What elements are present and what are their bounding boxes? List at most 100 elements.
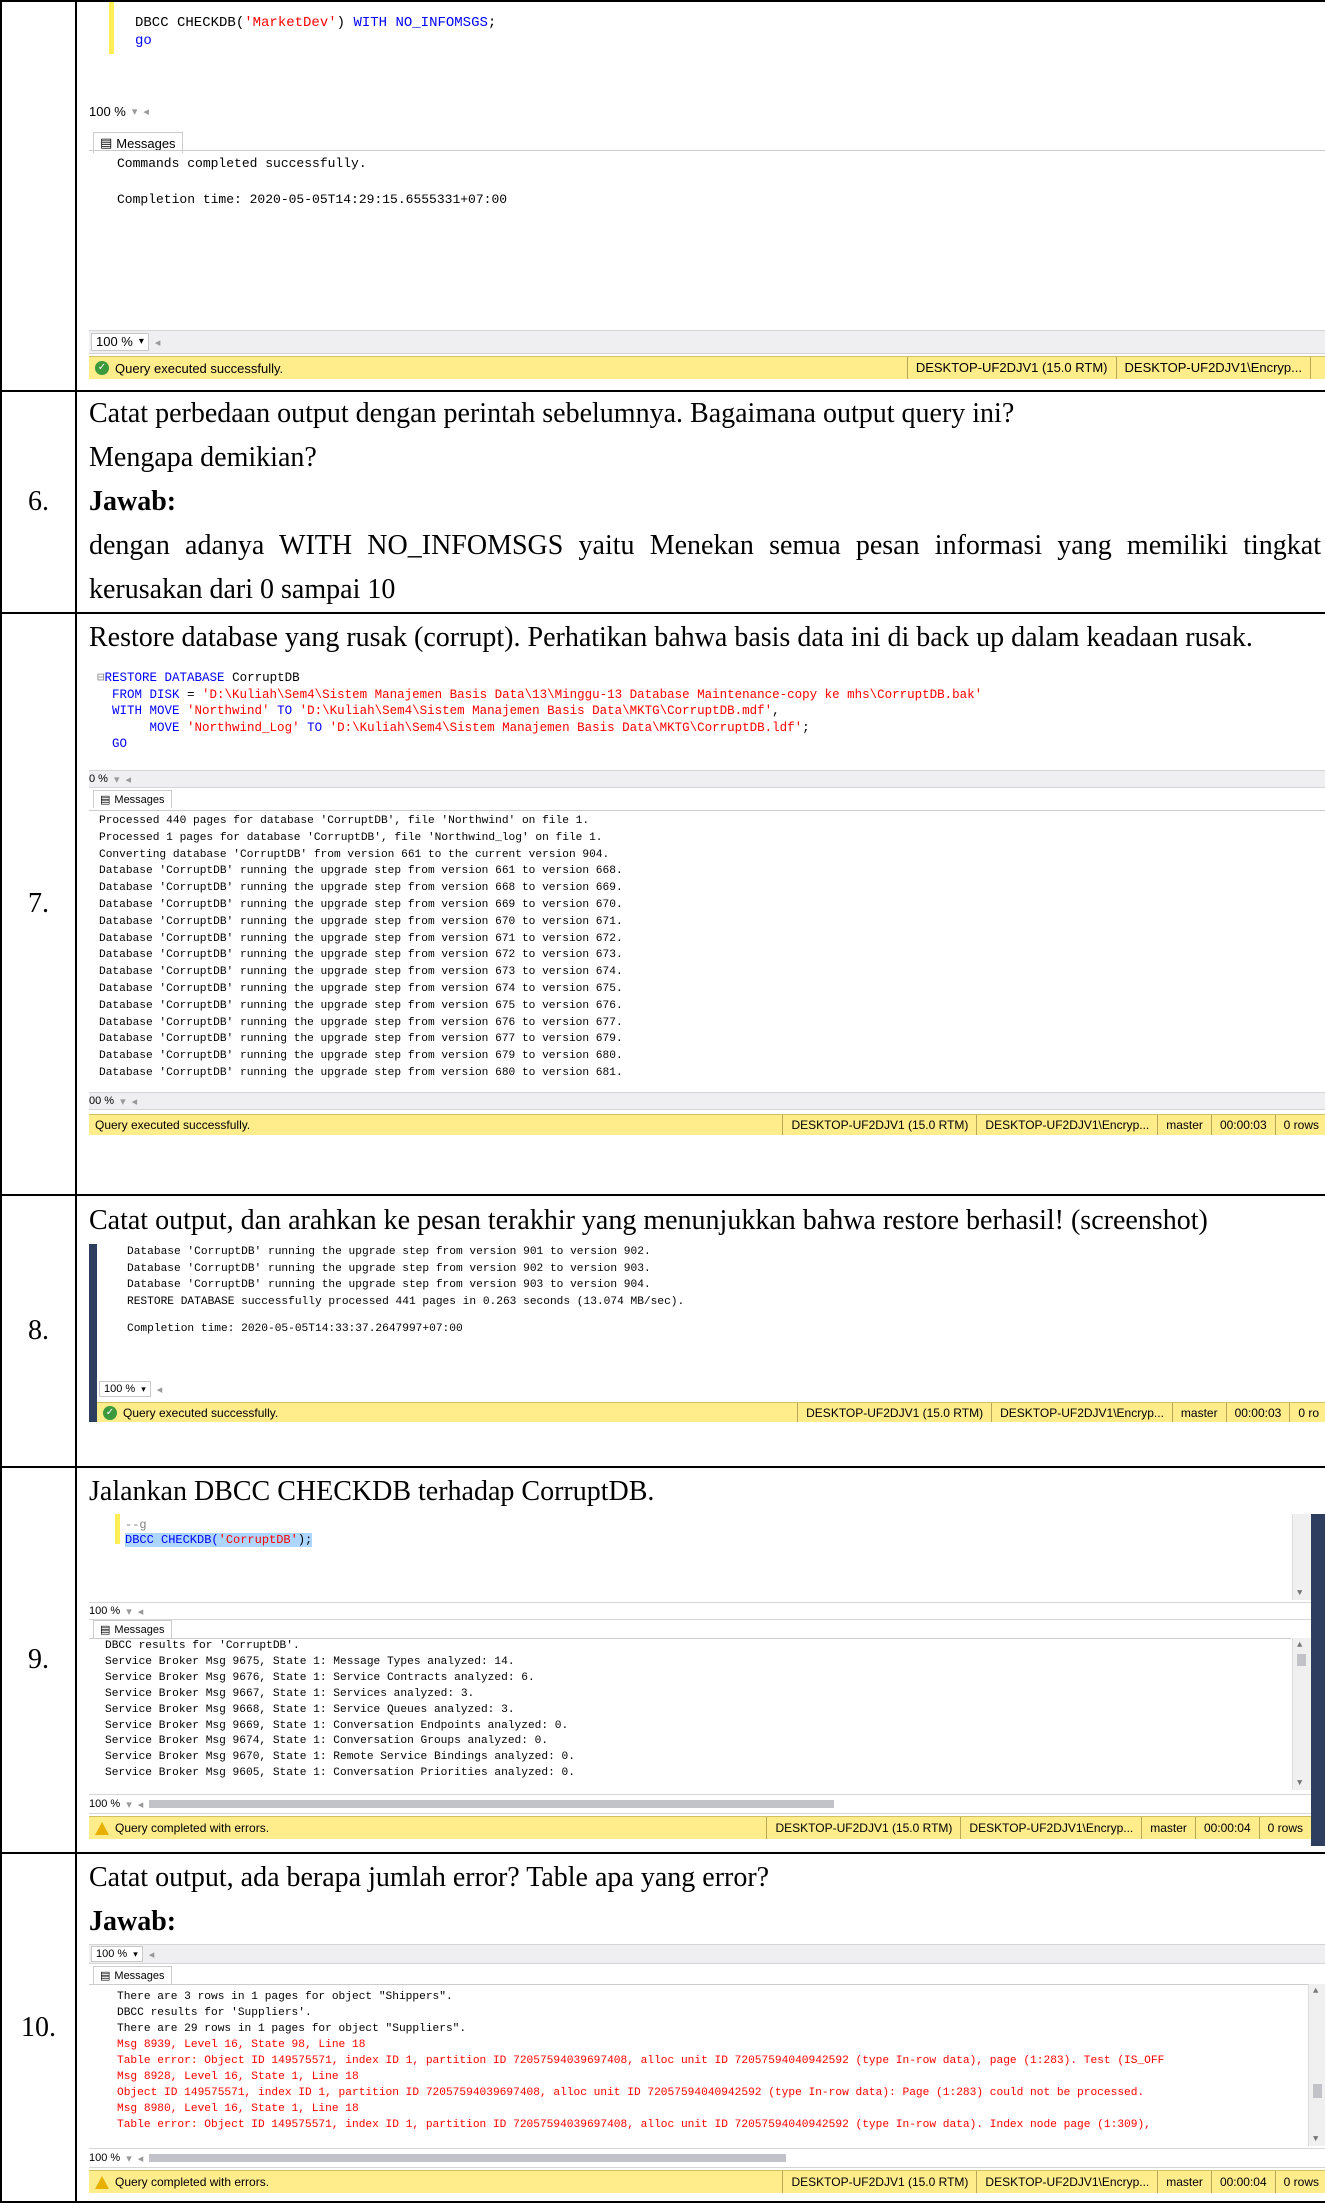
zoom-select[interactable]: 100 % [89, 1605, 120, 1617]
server-name: DESKTOP-UF2DJV1 (15.0 RTM) [782, 2171, 976, 2193]
zoom-select[interactable]: 100 % ▾ [99, 1381, 151, 1397]
chevron-down-icon: ▾ [141, 1384, 146, 1394]
status-text: Query executed successfully. [123, 1406, 279, 1420]
message-line: Database 'CorruptDB' running the upgrade… [99, 1033, 623, 1046]
chevron-down-icon[interactable]: ▾ [126, 1798, 132, 1811]
zoom-select[interactable]: 00 % [89, 1095, 114, 1107]
ssms-screenshot-4: --g DBCC CHECKDB('CorruptDB'); ▼ 100 % ▾ ◂… [89, 1514, 1325, 1846]
messages-icon: ▤ [100, 794, 111, 806]
row-number [0, 0, 77, 392]
elapsed-time: 00:00:04 [1210, 2171, 1275, 2193]
horizontal-scrollbar[interactable] [149, 1799, 1291, 1809]
scroll-left-icon[interactable]: ◂ [138, 1605, 144, 1618]
status-bar: Query executed successfully. DESKTOP-UF2… [89, 1114, 1325, 1135]
message-line: DBCC results for 'CorruptDB'. [105, 1640, 300, 1652]
message-line: Service Broker Msg 9605, State 1: Conver… [105, 1767, 575, 1780]
zoom-bar: 100 % ▾ ◂ [89, 1944, 1325, 1964]
messages-panel: Processed 440 pages for database 'Corrup… [89, 810, 1325, 1091]
chevron-down-icon[interactable]: ▾ [114, 773, 120, 786]
messages-panel: Database 'CorruptDB' running the upgrade… [97, 1244, 1325, 1340]
question-text: Restore database yang rusak (corrupt). P… [89, 622, 1253, 653]
editor-scrollbar[interactable]: ▼ [1292, 1514, 1311, 1600]
query-editor: DBCC CHECKDB('MarketDev') WITH NO_INFOMS… [135, 15, 497, 49]
check-circle-icon: ✓ [95, 361, 109, 375]
messages-panel: There are 3 rows in 1 pages for object "… [89, 1984, 1309, 2151]
messages-scrollbar[interactable]: ▲ ▼ [1292, 1638, 1311, 1790]
message-line: Database 'CorruptDB' running the upgrade… [99, 966, 623, 979]
row-count: 0 rows [1258, 1817, 1311, 1839]
zoom-bar: 100 % ▾ ◂ [89, 1602, 1311, 1620]
answer-text: dengan adanya WITH NO_INFOMSGS yaitu Men… [89, 530, 1321, 605]
collapse-icon[interactable]: ⊟ [97, 671, 105, 685]
message-line: Database 'CorruptDB' running the upgrade… [99, 865, 623, 878]
table-row: DBCC CHECKDB('MarketDev') WITH NO_INFOMS… [0, 0, 1325, 392]
user-name: DESKTOP-UF2DJV1\Encryp... [991, 1403, 1172, 1422]
message-line: DBCC results for 'Suppliers'. [117, 2007, 312, 2019]
row-number: 6. [0, 390, 77, 614]
scroll-left-icon[interactable]: ◂ [126, 773, 132, 786]
row-number: 7. [0, 612, 77, 1196]
chevron-down-icon[interactable]: ▾ [126, 1605, 132, 1618]
messages-scrollbar[interactable]: ▲ ▼ [1308, 1984, 1325, 2146]
message-line: There are 3 rows in 1 pages for object "… [117, 1991, 453, 2003]
zoom-select[interactable]: 100 % [89, 1798, 120, 1810]
zoom-select[interactable]: 100 % ▾ [91, 1946, 143, 1962]
scroll-left-icon[interactable]: ◂ [143, 105, 149, 118]
elapsed-time: 00:00:03 [1225, 1403, 1290, 1422]
question-text: Jalankan DBCC CHECKDB terhadap CorruptDB… [89, 1476, 655, 1507]
chevron-down-icon: ▾ [138, 336, 144, 347]
document-table: DBCC CHECKDB('MarketDev') WITH NO_INFOMS… [0, 0, 1325, 2203]
message-line: Database 'CorruptDB' running the upgrade… [99, 882, 623, 895]
status-text: Query executed successfully. [115, 360, 284, 376]
zoom-bar-bottom: 100 % ▾ ◂ [89, 330, 1325, 354]
zoom-select[interactable]: 100 % ▾ [91, 333, 149, 351]
horizontal-scrollbar[interactable] [149, 2153, 1307, 2163]
zoom-select[interactable]: 100 % [89, 104, 126, 119]
query-editor: ⊟RESTORE DATABASE CorruptDB FROM DISK = … [97, 671, 983, 751]
chevron-down-icon[interactable]: ▾ [120, 1095, 126, 1108]
message-line: Database 'CorruptDB' running the upgrade… [99, 1016, 623, 1029]
scroll-left-icon[interactable]: ◂ [132, 1095, 138, 1108]
tab-messages[interactable]: ▤ Messages [93, 1966, 172, 1984]
tab-messages[interactable]: ▤ Messages [93, 790, 172, 808]
message-line: Database 'CorruptDB' running the upgrade… [99, 949, 623, 962]
message-line [127, 1310, 1325, 1321]
check-circle-icon: ✓ [103, 1406, 117, 1420]
message-line: Database 'CorruptDB' running the upgrade… [99, 932, 623, 945]
zoom-bar: 0 % ▾ ◂ [89, 770, 1325, 788]
scroll-left-icon[interactable]: ◂ [157, 1383, 163, 1396]
question-text: Catat output, ada berapa jumlah error? T… [89, 1862, 770, 1893]
question-text: Catat perbedaan output dengan perintah s… [89, 398, 1015, 429]
row-number: 9. [0, 1466, 77, 1854]
database-name: master [1141, 1817, 1195, 1839]
ssms-screenshot-1: DBCC CHECKDB('MarketDev') WITH NO_INFOMS… [89, 2, 1325, 390]
message-line: Service Broker Msg 9669, State 1: Conver… [105, 1719, 569, 1732]
message-line: Msg 8980, Level 16, State 1, Line 18 [117, 2103, 359, 2115]
message-line: Database 'CorruptDB' running the upgrade… [99, 898, 623, 911]
chevron-down-icon[interactable]: ▾ [126, 2152, 132, 2165]
query-editor: --g DBCC CHECKDB('CorruptDB'); [125, 1518, 313, 1547]
server-name: DESKTOP-UF2DJV1 (15.0 RTM) [782, 1115, 976, 1135]
message-line: Database 'CorruptDB' running the upgrade… [99, 1066, 623, 1079]
scroll-left-icon[interactable]: ◂ [138, 1798, 144, 1811]
answer-label: Jawab: [89, 486, 177, 517]
message-line: Database 'CorruptDB' running the upgrade… [127, 1279, 651, 1291]
table-row: 9. Jalankan DBCC CHECKDB terhadap Corrup… [0, 1466, 1325, 1854]
chevron-down-icon: ▼ [1297, 1588, 1303, 1598]
tab-messages[interactable]: ▤ Messages [93, 1620, 172, 1638]
scroll-left-icon[interactable]: ◂ [149, 1948, 155, 1961]
zoom-bar-bottom: 100 % ▾ ◂ [89, 1794, 1311, 1814]
message-line: Database 'CorruptDB' running the upgrade… [127, 1246, 651, 1258]
status-text: Query completed with errors. [115, 2175, 270, 2189]
scroll-left-icon[interactable]: ◂ [155, 336, 161, 349]
chevron-down-icon[interactable]: ▾ [132, 105, 138, 118]
message-line: Database 'CorruptDB' running the upgrade… [99, 915, 623, 928]
scroll-left-icon[interactable]: ◂ [138, 2152, 144, 2165]
message-line: Service Broker Msg 9676, State 1: Servic… [105, 1671, 535, 1684]
zoom-bar-bottom: 00 % ▾ ◂ [89, 1092, 1325, 1110]
table-row: 8. Catat output, dan arahkan ke pesan te… [0, 1194, 1325, 1468]
zoom-select[interactable]: 100 % [89, 2152, 120, 2164]
zoom-select[interactable]: 0 % [89, 773, 108, 785]
answer-label: Jawab: [89, 1906, 177, 1937]
ssms-screenshot-5: 100 % ▾ ◂ ▤ Messages There are 3 rows in 1 … [89, 1944, 1325, 2196]
